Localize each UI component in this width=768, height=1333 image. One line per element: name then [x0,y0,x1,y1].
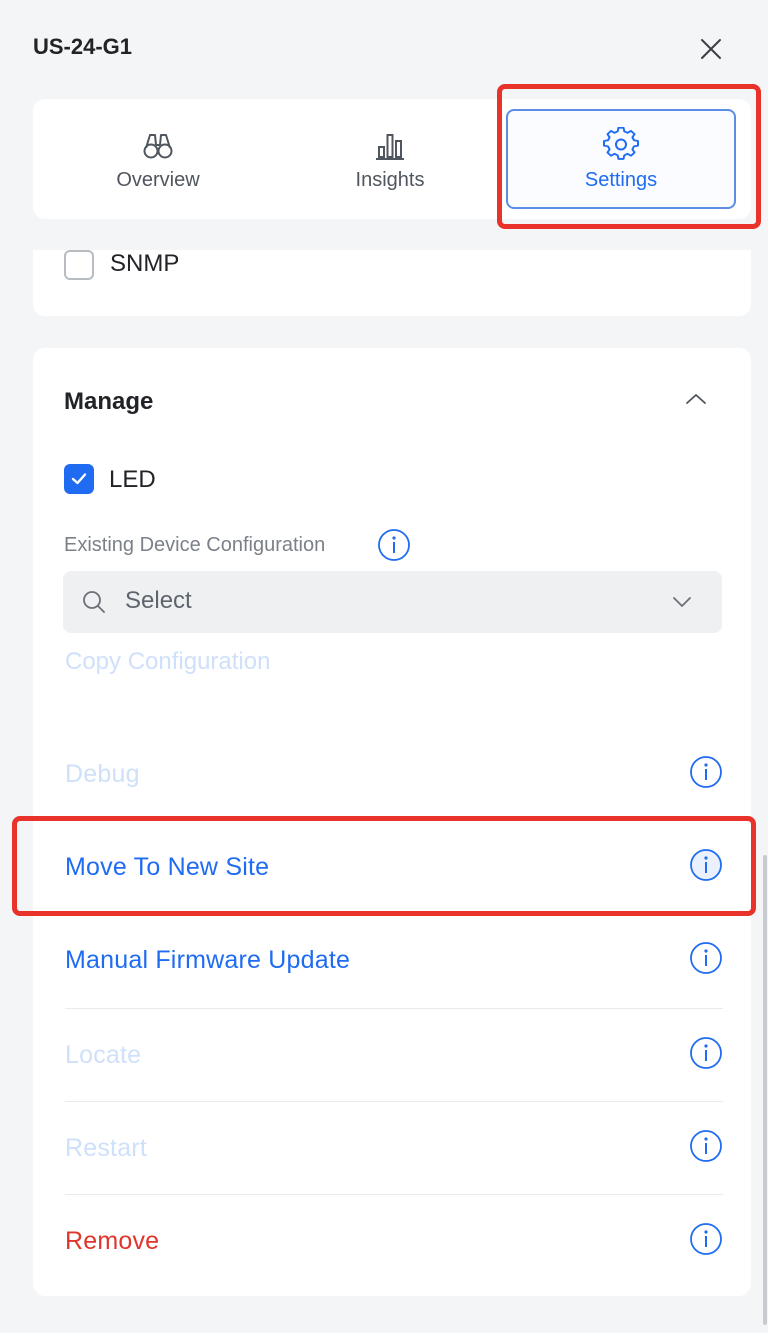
config-select[interactable]: Select [63,571,722,633]
close-icon [701,39,721,59]
led-checkbox[interactable] [64,464,94,494]
locate-action[interactable]: Locate [65,1008,723,1101]
info-icon[interactable] [689,1129,723,1163]
chevron-down-icon [673,597,691,607]
snmp-label: SNMP [110,250,180,277]
info-icon[interactable] [377,528,411,562]
tab-insights-label: Insights [355,168,425,191]
tab-overview[interactable]: Overview [43,109,273,209]
chevron-up-icon [686,394,706,404]
manage-section: Manage LED Existing Device Configuration… [33,348,751,1296]
gear-icon [603,126,639,160]
collapse-button[interactable] [685,392,707,406]
copy-configuration-button[interactable]: Copy Configuration [65,648,270,676]
snmp-section: SNMP [33,250,751,316]
remove-label: Remove [65,1227,160,1255]
debug-action[interactable]: Debug [65,728,723,821]
restart-label: Restart [65,1134,147,1162]
info-icon[interactable] [689,941,723,975]
close-button[interactable] [698,36,724,62]
tab-settings[interactable]: Settings [506,109,736,209]
locate-label: Locate [65,1041,142,1069]
search-icon [83,591,105,613]
device-title: US-24-G1 [33,34,133,59]
info-icon[interactable] [689,1222,723,1256]
snmp-checkbox[interactable] [64,250,94,280]
move-to-new-site-action[interactable]: Move To New Site [65,821,723,914]
tab-bar: Overview Insights Settings [33,99,751,219]
tab-insights[interactable]: Insights [275,109,505,209]
select-placeholder: Select [125,587,192,614]
tab-settings-label: Settings [584,168,658,191]
tab-overview-label: Overview [116,168,200,191]
existing-config-label: Existing Device Configuration [64,534,326,556]
info-icon[interactable] [689,1036,723,1070]
restart-action[interactable]: Restart [65,1101,723,1194]
move-to-new-site-label: Move To New Site [65,853,270,881]
remove-action[interactable]: Remove [65,1194,723,1287]
scrollbar[interactable] [763,855,767,1325]
manual-firmware-update-label: Manual Firmware Update [65,946,351,974]
check-icon [71,473,87,485]
manual-firmware-update-action[interactable]: Manual Firmware Update [65,914,723,1007]
binoculars-icon [143,133,173,158]
debug-label: Debug [65,760,140,788]
info-icon[interactable] [689,755,723,789]
manage-title: Manage [64,388,154,415]
led-label: LED [109,466,156,493]
info-icon[interactable] [689,848,723,882]
bar-chart-icon [376,133,404,160]
